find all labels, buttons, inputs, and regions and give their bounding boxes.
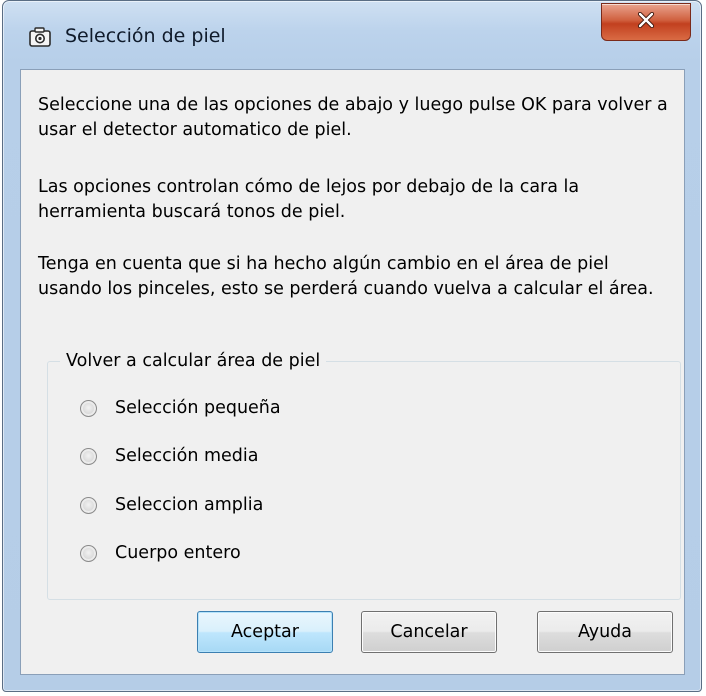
radio-button[interactable]	[80, 544, 97, 562]
radio-medium-selection[interactable]: Selección media	[80, 443, 258, 469]
cancel-button[interactable]: Cancelar	[361, 611, 497, 653]
radio-label[interactable]: Cuerpo entero	[115, 540, 241, 566]
warning-text: Tenga en cuenta que si ha hecho algún ca…	[38, 254, 654, 299]
radio-label[interactable]: Selección media	[115, 443, 258, 469]
window-title: Selección de piel	[65, 25, 226, 47]
help-button[interactable]: Ayuda	[537, 611, 673, 653]
radio-label[interactable]: Seleccion amplia	[115, 492, 263, 518]
options-description-text: Las opciones controlan cómo de lejos por…	[38, 177, 580, 222]
group-legend: Volver a calcular área de piel	[60, 348, 327, 374]
accept-button[interactable]: Aceptar	[197, 611, 333, 653]
camera-icon	[29, 27, 51, 47]
radio-button[interactable]	[80, 447, 97, 465]
title-bar[interactable]: Selección de piel	[3, 1, 701, 65]
recalculate-skin-area-group: Volver a calcular área de piel Selección…	[47, 348, 681, 600]
radio-full-body[interactable]: Cuerpo entero	[80, 540, 241, 566]
radio-button[interactable]	[80, 496, 97, 514]
instruction-text: Seleccione una de las opciones de abajo …	[38, 95, 668, 140]
dialog-window: Selección de piel Seleccione una de las …	[2, 0, 702, 692]
radio-button[interactable]	[80, 399, 97, 417]
close-button[interactable]	[601, 3, 691, 41]
radio-label[interactable]: Selección pequeña	[115, 395, 281, 421]
close-icon	[636, 11, 656, 32]
radio-small-selection[interactable]: Selección pequeña	[80, 395, 281, 421]
dialog-content: Seleccione una de las opciones de abajo …	[20, 69, 685, 675]
radio-wide-selection[interactable]: Seleccion amplia	[80, 492, 263, 518]
